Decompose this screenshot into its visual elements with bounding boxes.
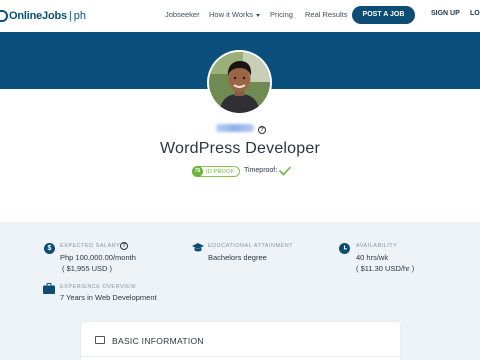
logo-suffix: ph bbox=[73, 10, 87, 22]
id-card-icon bbox=[95, 336, 105, 344]
sign-up-link[interactable]: SIGN UP bbox=[431, 10, 460, 17]
checkmark-icon bbox=[279, 166, 291, 176]
availability-label: Availability bbox=[356, 243, 398, 249]
dollar-icon: $ bbox=[44, 243, 55, 254]
timeproof-label: Timeproof: bbox=[244, 167, 278, 174]
salary-usd-value: ( $1,955 USD ) bbox=[62, 264, 113, 273]
basic-information-card: BASIC INFORMATION bbox=[81, 322, 400, 360]
id-proof-label: ID PROOF bbox=[206, 168, 235, 175]
availability-usd-value: ( $11.30 USD/hr ) bbox=[356, 264, 415, 273]
top-navigation: OnlineJobs | ph Jobseeker How it Works P… bbox=[0, 0, 480, 32]
card-divider bbox=[81, 356, 400, 357]
availability-value: 40 hrs/wk bbox=[356, 253, 389, 262]
page-title: WordPress Developer bbox=[159, 140, 320, 157]
salary-label: Expected Salary bbox=[60, 243, 121, 249]
nav-real-results-link[interactable]: Real Results bbox=[305, 10, 348, 19]
onlinejobs-logo[interactable]: OnlineJobs | ph bbox=[0, 9, 86, 23]
nav-pricing-link[interactable]: Pricing bbox=[270, 10, 293, 19]
education-label: Educational Attainment bbox=[208, 243, 294, 249]
id-proof-badge: 76 ID PROOF bbox=[192, 166, 241, 177]
logo-separator: | bbox=[68, 10, 72, 22]
blurred-name bbox=[216, 124, 254, 132]
education-value: Bachelors degree bbox=[208, 253, 267, 262]
logo-mark-icon bbox=[0, 10, 8, 22]
question-icon[interactable]: ? bbox=[258, 126, 266, 134]
nav-how-it-works-label: How it Works bbox=[209, 10, 254, 19]
experience-value: 7 Years in Web Development bbox=[60, 293, 157, 302]
chevron-down-icon bbox=[256, 13, 261, 17]
profile-photo bbox=[209, 52, 270, 113]
salary-value: Php 100,000.00/month bbox=[60, 253, 136, 262]
salary-help-icon[interactable]: ? bbox=[120, 242, 128, 250]
nav-jobseeker-link[interactable]: Jobseeker bbox=[165, 10, 200, 19]
id-score: 76 bbox=[192, 166, 203, 177]
briefcase-icon bbox=[43, 283, 55, 294]
avatar bbox=[207, 50, 272, 115]
basic-information-title: BASIC INFORMATION bbox=[112, 336, 204, 346]
clock-icon bbox=[339, 243, 350, 254]
logo-text: OnlineJobs bbox=[9, 10, 67, 22]
experience-label: Experience Overview bbox=[60, 284, 137, 290]
login-link[interactable]: LO bbox=[470, 10, 480, 17]
nav-how-it-works-link[interactable]: How it Works bbox=[209, 10, 261, 19]
graduation-cap-icon bbox=[192, 243, 204, 252]
post-a-job-button[interactable]: POST A JOB bbox=[352, 6, 415, 24]
